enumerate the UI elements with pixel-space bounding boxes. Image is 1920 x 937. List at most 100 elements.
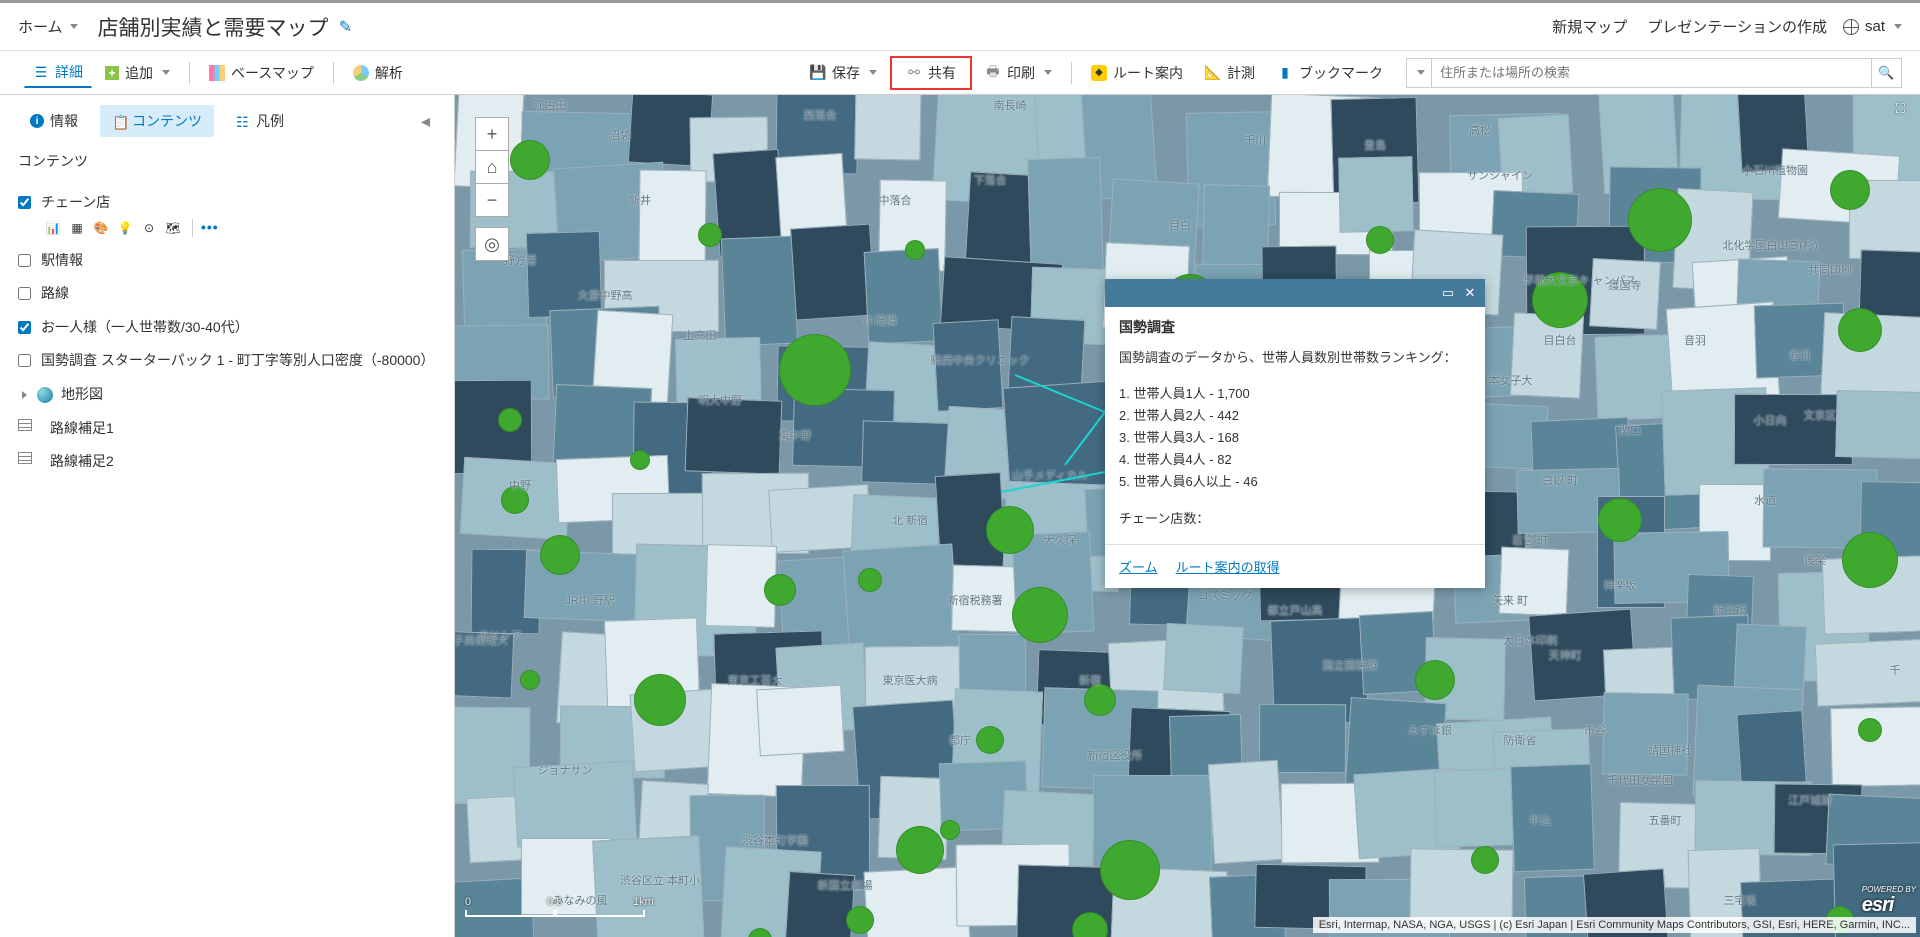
maximize-icon[interactable]: ▭ [1437, 283, 1459, 303]
layer-list: チェーン店 📊 ▦ 🎨 💡 ⊙ 🗺 ••• 駅情報 路線 [0, 179, 454, 490]
map-view[interactable]: 上高田高田下落合高田馬場北 新宿中野小滝橋中落合東中野西早稲田大久保新宿戸山若松… [455, 95, 1920, 937]
sidebar: i情報 📋コンテンツ ☷凡例 ◂ コンテンツ チェーン店 📊 ▦ 🎨 [0, 95, 455, 937]
top-bar: ホーム 店舗別実績と需要マップ ✎ 新規マップ プレゼンテーションの作成 sat [0, 3, 1920, 51]
layer-label[interactable]: 路線 [41, 284, 69, 304]
bookmark-icon: ▮ [1277, 65, 1293, 81]
layer-terrain: 地形図 [18, 385, 436, 405]
chevron-down-icon [70, 24, 78, 29]
popup-footer: ズーム ルート案内の取得 [1105, 545, 1485, 588]
chevron-down-icon [1417, 70, 1425, 75]
layer-chain: チェーン店 📊 ▦ 🎨 💡 ⊙ 🗺 ••• [18, 193, 436, 237]
layer-label[interactable]: 駅情報 [41, 251, 83, 271]
layer-checkbox[interactable] [18, 254, 31, 267]
layer-label[interactable]: チェーン店 [41, 193, 110, 213]
save-icon: 💾 [810, 65, 826, 81]
search-scope-toggle[interactable] [1406, 58, 1432, 88]
list-icon: ☰ [33, 64, 49, 80]
info-icon: i [30, 114, 44, 128]
layer-checkbox[interactable] [18, 196, 31, 209]
tab-info[interactable]: i情報 [18, 105, 90, 137]
search-container: 🔍 [1406, 58, 1902, 88]
table-icon [18, 452, 32, 464]
layer-checkbox[interactable] [18, 354, 31, 367]
layer-supp2: 路線補足2 [18, 452, 436, 472]
popup-titlebar[interactable]: ▭ ✕ [1105, 279, 1485, 307]
more-tools-button[interactable]: ••• [192, 219, 219, 237]
layer-census: 国勢調査 スターターパック 1 - 町丁字等別人口密度（-80000） [18, 351, 436, 371]
map-title: 店舗別実績と需要マップ ✎ [98, 12, 352, 42]
pencil-icon[interactable]: ✎ [339, 17, 352, 37]
esri-logo: POWERED BY esri [1862, 885, 1916, 917]
layer-label[interactable]: 路線補足1 [50, 419, 114, 439]
sidebar-tabs: i情報 📋コンテンツ ☷凡例 ◂ [0, 95, 454, 143]
analysis-button[interactable]: 解析 [344, 58, 412, 88]
chevron-down-icon [1044, 70, 1052, 75]
save-button[interactable]: 💾保存 [801, 58, 886, 88]
close-icon[interactable]: ✕ [1459, 283, 1481, 303]
popup-directions-link[interactable]: ルート案内の取得 [1176, 557, 1280, 576]
add-button[interactable]: +追加 [96, 58, 179, 88]
directions-icon: ◆ [1091, 65, 1107, 81]
home-link[interactable]: ホーム [12, 16, 84, 37]
layer-label[interactable]: 国勢調査 スターターパック 1 - 町丁字等別人口密度（-80000） [41, 351, 434, 371]
zoom-out-button[interactable]: − [475, 183, 509, 217]
home-extent-button[interactable]: ⌂ [475, 150, 509, 184]
link-icon: ⚯ [906, 65, 922, 81]
share-button[interactable]: ⚯共有 [890, 56, 972, 90]
popup-body: 国勢調査のデータから、世帯人員数別世帯数ランキング： 1. 世帯人員1人 - 1… [1105, 341, 1485, 545]
map-controls: + ⌂ − ◎ [475, 117, 509, 261]
chevron-down-icon [869, 70, 877, 75]
collapse-sidebar-icon[interactable]: ◂ [415, 111, 436, 132]
layer-station: 駅情報 [18, 251, 436, 271]
directions-button[interactable]: ◆ルート案内 [1082, 58, 1192, 88]
layer-checkbox[interactable] [18, 321, 31, 334]
bookmark-button[interactable]: ▮ブックマーク [1268, 58, 1392, 88]
measure-button[interactable]: 📐計測 [1196, 58, 1264, 88]
print-icon: 🖶 [985, 65, 1001, 81]
search-button[interactable]: 🔍 [1872, 58, 1902, 88]
analysis-icon [353, 65, 369, 81]
layer-supp1: 路線補足1 [18, 419, 436, 439]
create-presentation-link[interactable]: プレゼンテーションの作成 [1637, 16, 1837, 37]
measure-icon: 📐 [1205, 65, 1221, 81]
search-input[interactable] [1432, 58, 1872, 88]
print-button[interactable]: 🖶印刷 [976, 58, 1061, 88]
chevron-down-icon [162, 70, 170, 75]
locate-button[interactable]: ◎ [475, 227, 509, 261]
plus-icon: + [105, 66, 119, 80]
expand-icon[interactable] [22, 391, 27, 399]
fullscreen-icon[interactable]: ⛶ [1896, 101, 1914, 119]
legend-icon: ☷ [236, 114, 250, 128]
user-menu[interactable]: sat [1837, 18, 1908, 35]
layer-label[interactable]: 路線補足2 [50, 452, 114, 472]
cluster-tool-icon[interactable]: ⊙ [140, 219, 158, 237]
config-tool-icon[interactable]: 🗺 [164, 219, 182, 237]
map-attribution: Esri, Intermap, NASA, NGA, USGS | (c) Es… [1313, 917, 1916, 933]
sidebar-heading: コンテンツ [0, 143, 454, 179]
filter-tool-icon[interactable]: 💡 [116, 219, 134, 237]
layer-label[interactable]: 地形図 [61, 385, 103, 405]
style-tool-icon[interactable]: 🎨 [92, 219, 110, 237]
layer-single: お一人様（一人世帯数/30-40代） [18, 318, 436, 338]
basemap-button[interactable]: ベースマップ [200, 58, 323, 88]
search-icon: 🔍 [1878, 65, 1894, 81]
legend-tool-icon[interactable]: 📊 [44, 219, 62, 237]
popup-zoom-link[interactable]: ズーム [1119, 557, 1158, 576]
details-button[interactable]: ☰詳細 [24, 57, 92, 88]
layer-label[interactable]: お一人様（一人世帯数/30-40代） [41, 318, 249, 338]
popup-heading: 国勢調査 [1105, 307, 1485, 341]
tab-legend[interactable]: ☷凡例 [224, 105, 296, 137]
info-popup: ▭ ✕ 国勢調査 国勢調査のデータから、世帯人員数別世帯数ランキング： 1. 世… [1105, 279, 1485, 588]
table-tool-icon[interactable]: ▦ [68, 219, 86, 237]
tab-contents[interactable]: 📋コンテンツ [100, 105, 214, 137]
contents-icon: 📋 [112, 114, 126, 128]
chevron-down-icon [1894, 24, 1902, 29]
basemap-icon [209, 65, 225, 81]
table-icon [18, 419, 32, 431]
new-map-link[interactable]: 新規マップ [1542, 16, 1637, 37]
globe-icon [37, 387, 53, 403]
zoom-in-button[interactable]: + [475, 117, 509, 151]
scale-bar: 0 0.5 1km [465, 910, 645, 917]
toolbar: ☰詳細 +追加 ベースマップ 解析 💾保存 ⚯共有 🖶印刷 ◆ルート案内 📐計測 [0, 51, 1920, 95]
layer-checkbox[interactable] [18, 287, 31, 300]
